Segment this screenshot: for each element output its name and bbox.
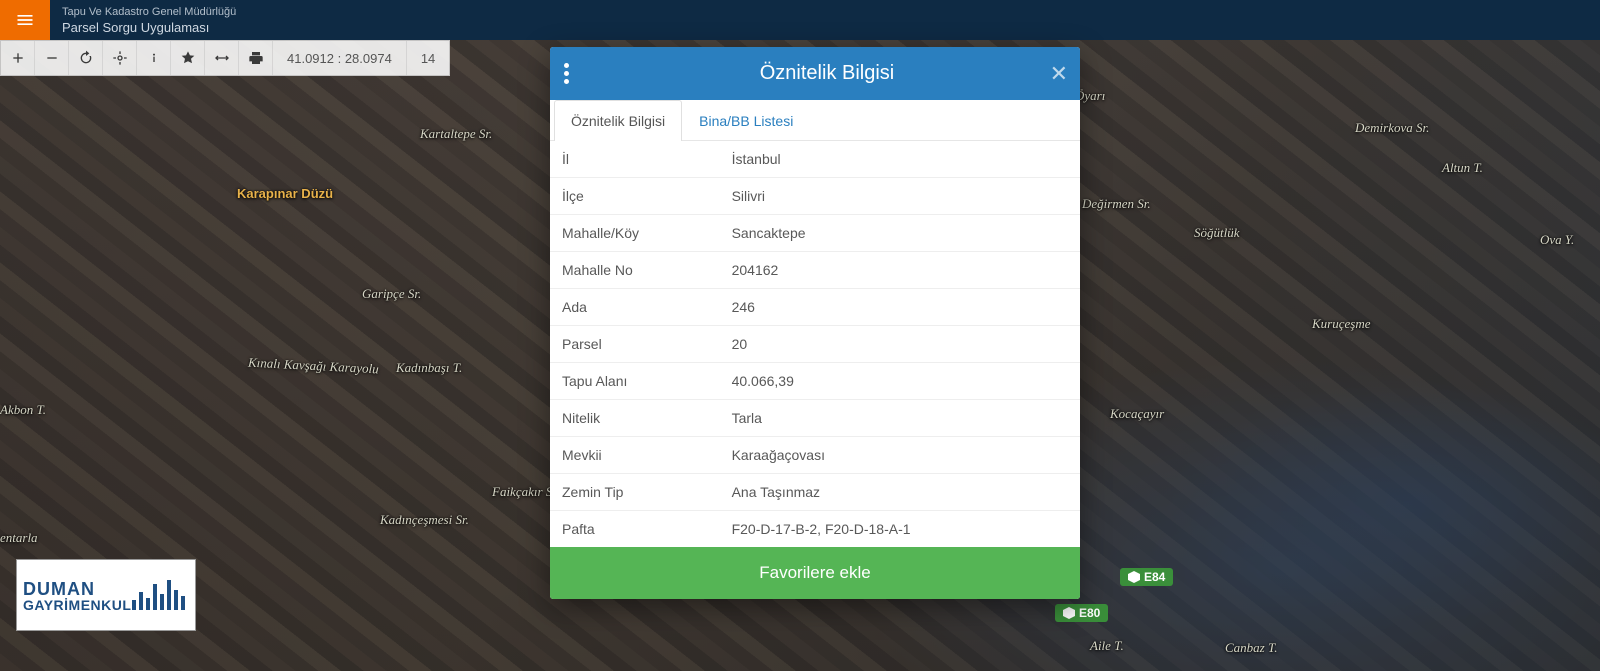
tab-building-list[interactable]: Bina/BB Listesi [682,100,810,141]
attr-value: 40.066,39 [720,363,1080,400]
refresh-icon [78,50,94,66]
modal-menu-button[interactable] [564,60,588,87]
modal-tabs: Öznitelik Bilgisi Bina/BB Listesi [550,100,1080,141]
logo-bars-icon [132,578,185,610]
attr-value: 204162 [720,252,1080,289]
table-row: Mahalle No204162 [550,252,1080,289]
attr-value: Silivri [720,178,1080,215]
modal-close-button[interactable]: ✕ [1050,61,1068,87]
logo-line2: GAYRİMENKUL [23,598,132,612]
table-row: Tapu Alanı40.066,39 [550,363,1080,400]
attr-value: 20 [720,326,1080,363]
table-row: Parsel20 [550,326,1080,363]
agency-logo: DUMAN GAYRİMENKUL [16,559,196,631]
tab-attributes[interactable]: Öznitelik Bilgisi [554,100,682,141]
table-row: Zemin TipAna Taşınmaz [550,474,1080,511]
table-row: PaftaF20-D-17-B-2, F20-D-18-A-1 [550,511,1080,548]
info-icon [146,50,162,66]
star-icon [180,50,196,66]
attr-value: İstanbul [720,141,1080,178]
refresh-button[interactable] [69,41,103,75]
attr-label: Tapu Alanı [550,363,720,400]
favorite-button[interactable] [171,41,205,75]
zoom-out-button[interactable] [35,41,69,75]
attr-value: Karaağaçovası [720,437,1080,474]
attr-value: F20-D-17-B-2, F20-D-18-A-1 [720,511,1080,548]
attr-label: Mahalle No [550,252,720,289]
attr-label: Parsel [550,326,720,363]
hamburger-icon [15,10,35,30]
measure-button[interactable] [205,41,239,75]
attr-label: Ada [550,289,720,326]
header-app: Parsel Sorgu Uygulaması [62,20,236,35]
header-titles: Tapu Ve Kadastro Genel Müdürlüğü Parsel … [50,0,248,40]
print-icon [248,50,264,66]
attr-label: İl [550,141,720,178]
attr-label: Nitelik [550,400,720,437]
attribute-table: İlİstanbulİlçeSilivriMahalle/KöySancakte… [550,141,1080,547]
zoom-in-button[interactable] [1,41,35,75]
attr-label: Pafta [550,511,720,548]
arrows-h-icon [214,50,230,66]
header-org: Tapu Ve Kadastro Genel Müdürlüğü [62,6,236,18]
plus-icon [10,50,26,66]
fullextent-button[interactable] [103,41,137,75]
attr-label: Mevkii [550,437,720,474]
map-toolbar: 41.0912 : 28.0974 14 [0,40,450,76]
attr-value: Sancaktepe [720,215,1080,252]
table-row: Mahalle/KöySancaktepe [550,215,1080,252]
table-row: İlçeSilivri [550,178,1080,215]
menu-button[interactable] [0,0,50,40]
print-button[interactable] [239,41,273,75]
logo-line1: DUMAN [23,580,132,598]
table-row: NitelikTarla [550,400,1080,437]
coord-display: 41.0912 : 28.0974 [273,41,407,75]
modal-header: Öznitelik Bilgisi ✕ [550,47,1080,100]
modal-title: Öznitelik Bilgisi [588,62,1066,85]
table-row: Ada246 [550,289,1080,326]
attribute-modal: Öznitelik Bilgisi ✕ Öznitelik Bilgisi Bi… [550,47,1080,599]
table-row: MevkiiKaraağaçovası [550,437,1080,474]
attr-label: İlçe [550,178,720,215]
attr-value: Ana Taşınmaz [720,474,1080,511]
add-favorite-button[interactable]: Favorilere ekle [550,547,1080,599]
attr-value: 246 [720,289,1080,326]
table-row: İlİstanbul [550,141,1080,178]
zoom-level-display: 14 [407,41,449,75]
app-header: Tapu Ve Kadastro Genel Müdürlüğü Parsel … [0,0,1600,40]
minus-icon [44,50,60,66]
attr-label: Mahalle/Köy [550,215,720,252]
crosshair-icon [112,50,128,66]
attr-value: Tarla [720,400,1080,437]
attr-label: Zemin Tip [550,474,720,511]
info-button[interactable] [137,41,171,75]
